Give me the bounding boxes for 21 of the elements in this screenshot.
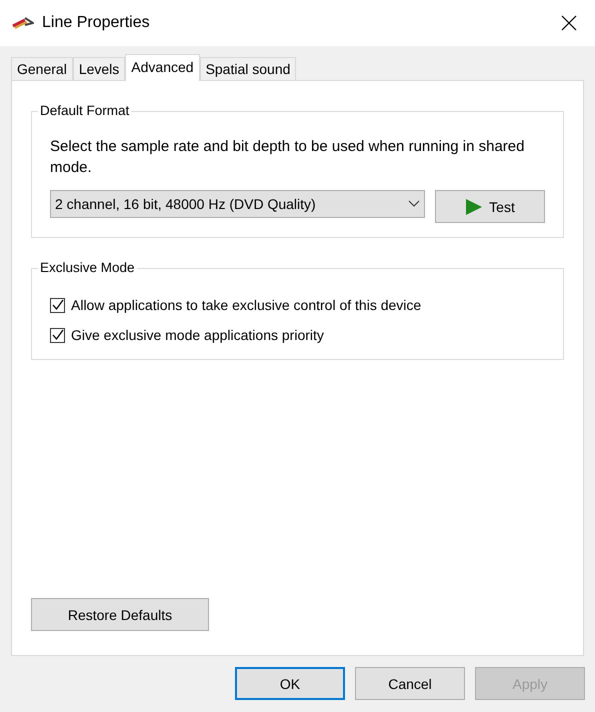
- checkbox-label: Give exclusive mode applications priority: [71, 327, 324, 343]
- close-icon[interactable]: [561, 15, 577, 31]
- checkbox[interactable]: [50, 328, 65, 342]
- chevron-down-icon: [408, 200, 420, 208]
- checkbox-label: Allow applications to take exclusive control of this device: [71, 297, 422, 313]
- format-dropdown[interactable]: 2 channel, 16 bit, 48000 Hz (DVD Quality): [50, 190, 425, 218]
- window-title: Line Properties: [42, 14, 151, 32]
- checkbox[interactable]: [50, 298, 65, 312]
- audio-jack-icon: [12, 16, 34, 30]
- dialog-button[interactable]: OK: [235, 667, 345, 700]
- tab[interactable]: Levels: [72, 57, 126, 80]
- restore-defaults-button[interactable]: Restore Defaults: [31, 598, 209, 631]
- tab[interactable]: Spatial sound: [200, 57, 296, 80]
- play-icon: [465, 198, 484, 216]
- group-title: Default Format: [38, 103, 132, 118]
- tab[interactable]: General: [11, 57, 73, 80]
- dialog-button[interactable]: Cancel: [355, 667, 465, 700]
- test-button[interactable]: Test: [435, 190, 545, 223]
- description-text: Select the sample rate and bit depth to be used when running in shared mode.: [50, 137, 526, 178]
- group-title: Exclusive Mode: [38, 260, 137, 275]
- tab[interactable]: Advanced: [125, 54, 200, 81]
